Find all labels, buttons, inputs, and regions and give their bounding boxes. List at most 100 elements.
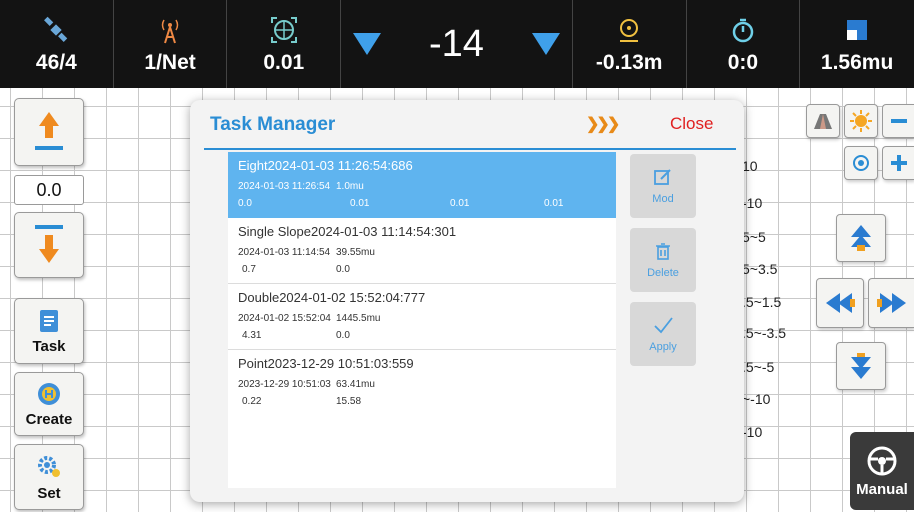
task-name: Single Slope2024-01-03 11:14:54:301: [238, 224, 457, 239]
brightness-button[interactable]: [844, 104, 878, 138]
task-value: 0.01: [544, 198, 564, 209]
task-row[interactable]: Single Slope2024-01-03 11:14:54:301 2024…: [228, 218, 616, 284]
task-area: 63.41mu: [336, 379, 375, 390]
area-value: 1.56mu: [820, 51, 894, 74]
close-button[interactable]: Close: [670, 114, 713, 134]
task-meta: 2023-12-29 10:51:03 63.41mu: [238, 379, 608, 390]
apply-button[interactable]: Apply: [630, 302, 696, 366]
satellite-icon: [41, 13, 71, 47]
task-date: 2024-01-03 11:26:54: [238, 181, 331, 192]
offset-right-arrow-icon: [531, 33, 560, 55]
task-value: 15.58: [336, 396, 362, 407]
terrain-button[interactable]: [806, 104, 840, 138]
scale-label: -10: [742, 195, 763, 211]
move-up-button[interactable]: [836, 214, 886, 262]
network-status[interactable]: 1/Net: [114, 0, 228, 88]
level-icon: [614, 13, 644, 47]
task-area: 1.0mu: [336, 181, 364, 192]
offset-display: -14: [341, 0, 573, 88]
raise-arrow-icon: [35, 112, 63, 150]
area-icon: [842, 13, 872, 47]
check-icon: [654, 317, 673, 334]
create-button[interactable]: Create: [14, 372, 84, 436]
satellite-count: 46/4: [35, 51, 77, 74]
delete-button[interactable]: Delete: [630, 228, 696, 292]
task-value: 0.22: [242, 396, 262, 407]
status-bar: 46/4 1/Net 0.01 -14 -0.13m 0:0 1.56mu: [0, 0, 914, 88]
apply-label: Apply: [649, 341, 677, 353]
task-meta: 2024-01-03 11:26:54 1.0mu: [238, 181, 608, 192]
sun-icon: [850, 110, 872, 132]
set-label: Set: [37, 484, 61, 502]
create-icon: [38, 382, 60, 405]
steering-wheel-icon: [867, 446, 897, 475]
terrain-icon: [814, 114, 832, 129]
task-row[interactable]: Point2023-12-29 10:51:03:559 2023-12-29 …: [228, 350, 616, 416]
task-date: 2023-12-29 10:51:03: [238, 379, 331, 390]
task-values: 0.0 0.01 0.01 0.01: [238, 198, 608, 209]
gear-icon: [38, 455, 60, 477]
task-button[interactable]: Task: [14, 298, 84, 364]
manual-mode-button[interactable]: Manual: [850, 432, 914, 510]
task-value: 0.0: [336, 264, 350, 275]
move-down-button[interactable]: [836, 342, 886, 390]
precision-status[interactable]: 0.01: [227, 0, 342, 88]
zoom-out-button[interactable]: [882, 104, 914, 138]
raise-button[interactable]: [14, 98, 84, 166]
scale-label: .5~1.5: [742, 294, 782, 310]
double-down-arrow-icon: [851, 353, 871, 379]
move-right-button[interactable]: [868, 278, 914, 328]
task-value: 0.01: [450, 198, 470, 209]
task-list[interactable]: Eight2024-01-03 11:26:54:686 2024-01-03 …: [228, 152, 616, 488]
task-name: Double2024-01-02 15:52:04:777: [238, 290, 426, 305]
task-meta: 2024-01-03 11:14:54 39.55mu: [238, 247, 608, 258]
move-left-button[interactable]: [816, 278, 864, 328]
task-name: Point2023-12-29 10:51:03:559: [238, 356, 414, 371]
mod-label: Mod: [652, 193, 674, 205]
task-date: 2024-01-03 11:14:54: [238, 247, 331, 258]
task-meta: 2024-01-02 15:52:04 1445.5mu: [238, 313, 608, 324]
delete-label: Delete: [647, 267, 679, 279]
locate-icon: [853, 155, 869, 171]
task-manager-dialog: Task Manager ❯❯❯ Close Eight2024-01-03 1…: [190, 100, 744, 502]
task-label: Task: [32, 337, 66, 355]
antenna-icon: [155, 13, 185, 47]
settings-button[interactable]: Set: [14, 444, 84, 510]
dialog-title: Task Manager: [210, 114, 336, 135]
task-value: 0.0: [238, 198, 252, 209]
task-name: Eight2024-01-03 11:26:54:686: [238, 158, 413, 173]
locate-button[interactable]: [844, 146, 878, 180]
lower-button[interactable]: [14, 212, 84, 278]
satellite-status[interactable]: 46/4: [0, 0, 114, 88]
target-icon: [269, 13, 299, 47]
task-values: 4.31 0.0: [238, 330, 608, 341]
scale-label: ~-10: [742, 391, 771, 407]
deviation-status[interactable]: -0.13m: [573, 0, 687, 88]
task-value: 0.0: [336, 330, 350, 341]
task-date: 2024-01-02 15:52:04: [238, 313, 331, 324]
task-area: 1445.5mu: [336, 313, 381, 324]
precision-value: 0.01: [263, 51, 305, 74]
lower-arrow-icon: [35, 225, 63, 263]
double-right-arrow-icon: [876, 293, 906, 313]
task-row[interactable]: Eight2024-01-03 11:26:54:686 2024-01-03 …: [228, 152, 616, 218]
area-status[interactable]: 1.56mu: [800, 0, 914, 88]
height-value: 0.0: [14, 175, 84, 205]
plus-icon: [890, 155, 907, 171]
timer-status[interactable]: 0:0: [687, 0, 801, 88]
edit-icon: [654, 169, 671, 185]
zoom-in-button[interactable]: [882, 146, 914, 180]
task-area: 39.55mu: [336, 247, 375, 258]
scale-label: -10: [742, 424, 763, 440]
task-value: 0.7: [242, 264, 256, 275]
title-divider: [204, 148, 736, 150]
offset-value: -14: [429, 22, 484, 65]
scale-label: 5~3.5: [742, 261, 778, 277]
scale-label: 5~5: [742, 229, 766, 245]
task-value: 4.31: [242, 330, 262, 341]
expand-chevron-icon[interactable]: ❯❯❯: [586, 114, 620, 134]
task-row[interactable]: Double2024-01-02 15:52:04:777 2024-01-02…: [228, 284, 616, 350]
minus-icon: [890, 119, 907, 123]
manual-label: Manual: [856, 480, 908, 498]
modify-button[interactable]: Mod: [630, 154, 696, 218]
